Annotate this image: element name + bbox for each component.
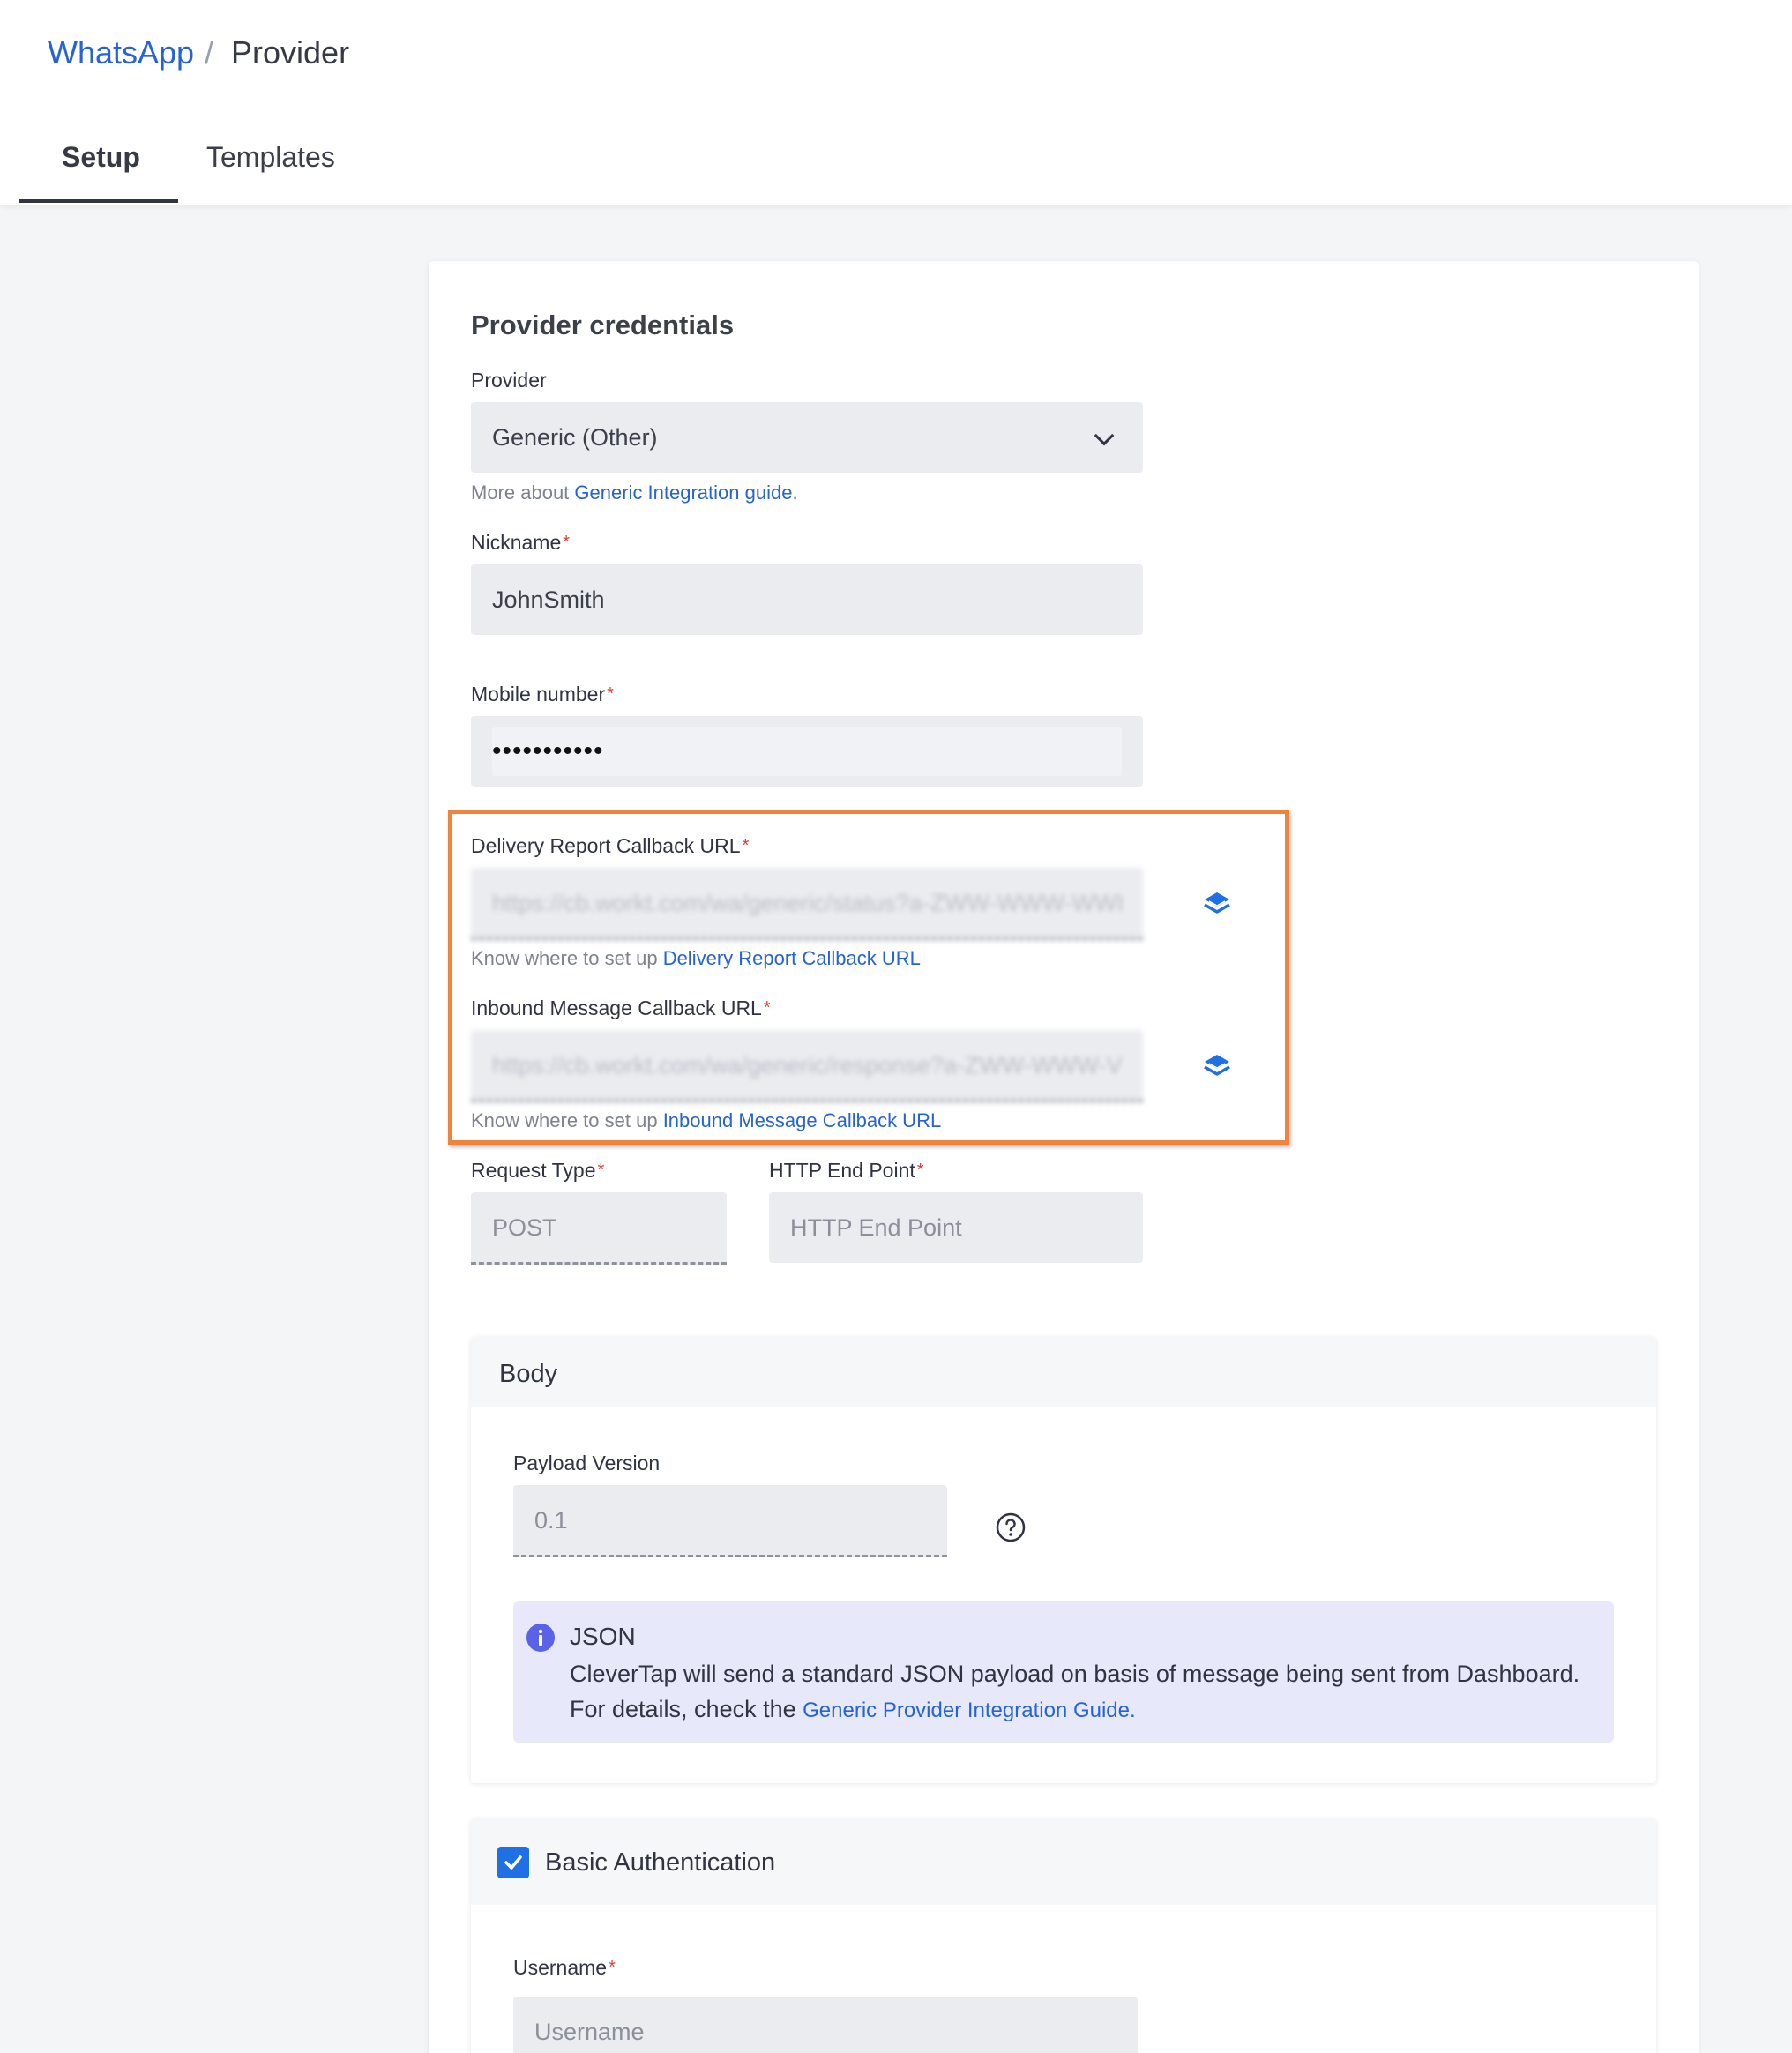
generic-provider-integration-guide-link[interactable]: Generic Provider Integration Guide.: [803, 1698, 1136, 1722]
nickname-input[interactable]: JohnSmith: [471, 564, 1143, 635]
breadcrumb-whatsapp-link[interactable]: WhatsApp: [48, 34, 194, 72]
http-endpoint-label-text: HTTP End Point: [769, 1159, 915, 1182]
highlight-annotation-box: [448, 810, 1289, 1145]
provider-label: Provider: [471, 369, 547, 392]
info-icon: [526, 1624, 555, 1652]
provider-help-text: More about: [471, 482, 575, 504]
provider-card: [429, 261, 1699, 2053]
nickname-label: Nickname *: [471, 529, 570, 556]
tab-templates[interactable]: Templates: [206, 139, 335, 175]
request-type-label: Request Type *: [471, 1157, 604, 1183]
mobile-label: Mobile number *: [471, 681, 614, 707]
mobile-label-text: Mobile number: [471, 683, 606, 705]
mobile-input[interactable]: •••••••••••: [471, 716, 1143, 787]
generic-integration-guide-link[interactable]: Generic Integration guide.: [574, 482, 797, 504]
breadcrumb-current: Provider: [231, 34, 350, 71]
required-asterisk: *: [597, 1161, 605, 1180]
required-asterisk: *: [563, 533, 571, 552]
section-title: Provider credentials: [471, 310, 735, 340]
provider-help: More about Generic Integration guide.: [471, 481, 798, 505]
nickname-label-text: Nickname: [471, 531, 562, 554]
help-question-icon[interactable]: [995, 1512, 1027, 1543]
auth-panel-title: Basic Authentication: [545, 1848, 776, 1877]
provider-select[interactable]: Generic (Other): [471, 402, 1143, 473]
info-text: CleverTap will send a standard JSON payl…: [570, 1656, 1602, 1728]
info-title: JSON: [570, 1623, 636, 1650]
http-endpoint-input[interactable]: HTTP End Point: [769, 1192, 1143, 1263]
info-line-2: For details, check the Generic Provider …: [570, 1691, 1602, 1728]
required-asterisk: *: [609, 1958, 616, 1977]
breadcrumb-separator: /: [205, 34, 214, 71]
active-tab-indicator: [19, 199, 178, 203]
request-type-input[interactable]: POST: [471, 1192, 727, 1265]
username-input[interactable]: Username: [513, 1997, 1138, 2053]
required-asterisk: *: [607, 684, 614, 704]
basic-auth-checkbox[interactable]: [497, 1847, 529, 1878]
http-endpoint-label: HTTP End Point *: [769, 1157, 924, 1183]
chevron-down-icon: [1094, 425, 1115, 446]
body-panel-title: Body: [499, 1360, 558, 1388]
info-line-2-text: For details, check the: [570, 1696, 803, 1722]
username-label: Username *: [513, 1954, 616, 1981]
provider-select-value: Generic (Other): [492, 424, 658, 451]
payload-version-input[interactable]: 0.1: [513, 1485, 947, 1557]
request-type-label-text: Request Type: [471, 1159, 596, 1182]
body-panel-header: Body: [471, 1337, 1656, 1407]
mobile-masked-value: •••••••••••: [492, 736, 604, 765]
payload-version-label: Payload Version: [513, 1452, 661, 1474]
checkmark-icon: [504, 1855, 522, 1870]
required-asterisk: *: [916, 1161, 924, 1180]
info-line-1: CleverTap will send a standard JSON payl…: [570, 1661, 1580, 1687]
username-label-text: Username: [513, 1956, 608, 1979]
tab-setup[interactable]: Setup: [62, 139, 140, 175]
